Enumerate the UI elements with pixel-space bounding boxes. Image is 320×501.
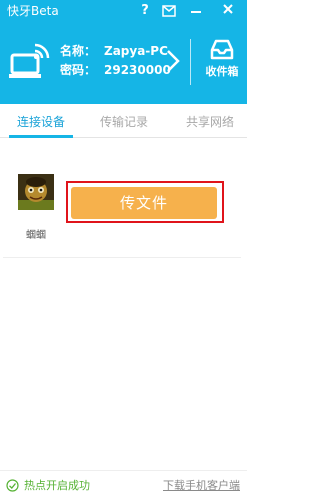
- tab-bar: 连接设备 传输记录 共享网络: [0, 104, 247, 138]
- password-label: 密码：: [60, 63, 97, 77]
- hotspot-computer-icon: [9, 43, 50, 78]
- title-bar: 快牙Beta ?: [0, 0, 247, 24]
- chevron-right-icon[interactable]: [165, 48, 181, 74]
- close-icon[interactable]: [220, 3, 236, 19]
- app-title: 快牙Beta: [7, 4, 59, 18]
- device-list-item: 蝈蝈 传文件: [3, 138, 241, 258]
- inbox-label: 收件箱: [205, 65, 239, 78]
- inbox-button[interactable]: 收件箱: [199, 38, 245, 88]
- device-info: 名称： Zapya-PC 密码： 29230000: [60, 42, 171, 80]
- tab-connect-devices[interactable]: 连接设备: [5, 104, 77, 138]
- hotspot-status-text: 热点开启成功: [24, 479, 90, 492]
- download-mobile-client-link[interactable]: 下载手机客户端: [163, 479, 240, 493]
- avatar-image: [18, 174, 54, 210]
- status-bar: 热点开启成功 下载手机客户端: [0, 470, 247, 501]
- tab-transfer-history[interactable]: 传输记录: [88, 104, 160, 138]
- tab-share-network[interactable]: 共享网络: [173, 104, 247, 138]
- device-avatar[interactable]: [18, 174, 54, 210]
- password-value: 29230000: [104, 63, 171, 77]
- name-value: Zapya-PC: [104, 44, 168, 58]
- mail-icon[interactable]: [161, 3, 177, 19]
- help-icon[interactable]: ?: [137, 3, 153, 19]
- device-info-header: 名称： Zapya-PC 密码： 29230000 收件箱: [0, 24, 247, 104]
- device-name: 蝈蝈: [26, 230, 46, 241]
- check-circle-icon: [6, 479, 19, 492]
- minimize-icon[interactable]: [188, 3, 204, 19]
- name-label: 名称：: [60, 44, 97, 58]
- header-divider: [190, 39, 191, 85]
- send-file-button[interactable]: 传文件: [71, 187, 217, 219]
- inbox-icon: [210, 39, 234, 60]
